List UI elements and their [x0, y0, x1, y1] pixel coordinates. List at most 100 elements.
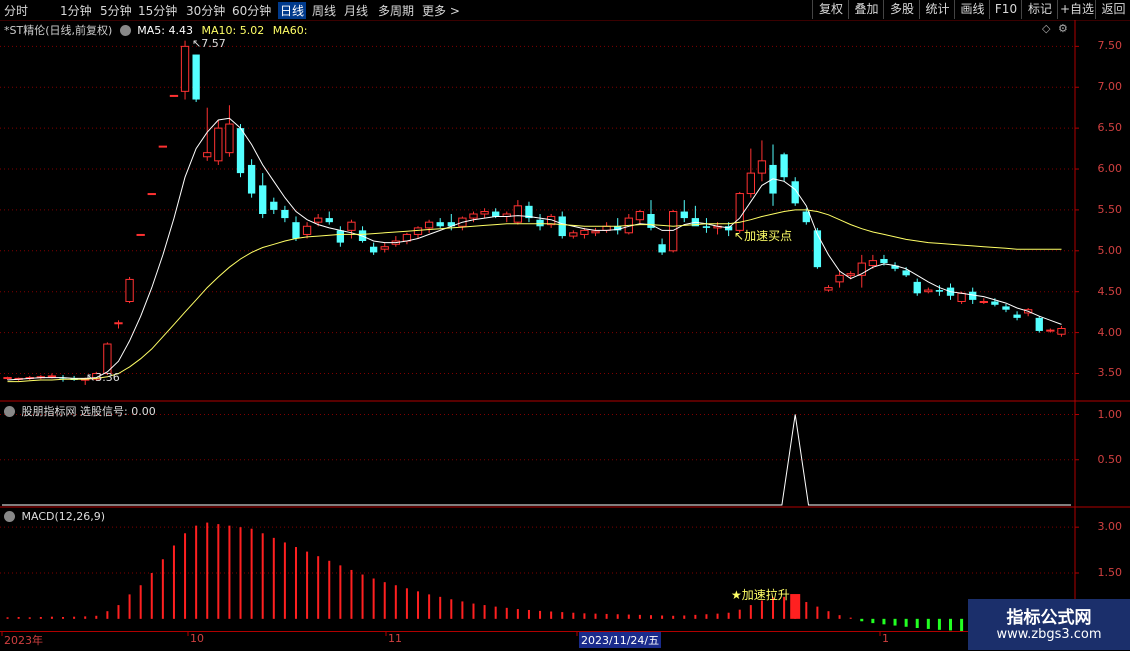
macd-bar — [439, 596, 442, 619]
diamond-icon[interactable]: ◇ — [1042, 22, 1050, 35]
candle-body — [680, 211, 688, 219]
macd-bar — [428, 594, 431, 619]
candle-body — [47, 375, 57, 378]
macd-tick-label: 3.00 — [1097, 520, 1123, 534]
candle-body — [413, 227, 423, 235]
high-price-annotation: ↖7.57 — [192, 37, 226, 50]
macd-bar — [594, 613, 597, 619]
macd-bar — [494, 606, 497, 619]
candle-body — [247, 164, 256, 194]
stock-title[interactable]: *ST精伦(日线,前复权) — [4, 24, 112, 37]
macd-bar — [283, 542, 286, 619]
macd-bar — [483, 605, 486, 619]
candle-body — [913, 281, 921, 294]
candle-body — [147, 193, 156, 196]
candle-body — [436, 222, 444, 227]
macd-bar — [350, 569, 353, 619]
candle-body — [824, 287, 833, 291]
macd-bar — [228, 525, 231, 619]
macd-bar — [915, 618, 919, 628]
candle-body — [658, 244, 666, 253]
date-label: 2023/11/24/五 — [579, 632, 662, 648]
macd-bar — [272, 537, 275, 619]
macd-bar — [827, 611, 830, 619]
watermark-title: 指标公式网 — [1006, 608, 1092, 628]
candle-body — [1013, 314, 1021, 318]
macd-bar — [62, 617, 65, 619]
macd-bar — [73, 616, 76, 619]
macd-bar — [760, 600, 763, 619]
macd-bar — [306, 551, 309, 619]
panel-menu-icon[interactable] — [4, 511, 15, 522]
gear-icon[interactable]: ⚙ — [1058, 22, 1068, 35]
price-tick-label: 6.50 — [1097, 121, 1123, 135]
panel-menu-icon[interactable] — [119, 25, 131, 36]
candle-body — [369, 246, 378, 253]
kline-chart[interactable] — [0, 0, 1130, 650]
price-tick-label: 4.00 — [1097, 325, 1123, 339]
macd-bar — [882, 618, 886, 625]
candle-body — [424, 221, 434, 229]
macd-bar — [195, 525, 198, 619]
candle-body — [236, 128, 245, 174]
macd-bar — [893, 618, 897, 626]
macd-bar — [694, 614, 697, 619]
macd-bar — [161, 559, 164, 619]
candle-body — [259, 185, 267, 214]
macd-bar — [172, 545, 175, 619]
candle-body — [735, 193, 744, 231]
candle-body — [569, 232, 578, 237]
candle-body — [169, 94, 179, 97]
macd-tick-label: 1.50 — [1097, 566, 1123, 579]
price-tick-label: 3.50 — [1097, 366, 1123, 380]
price-tick-label: 4.50 — [1097, 284, 1123, 298]
price-tick-label: 5.50 — [1097, 202, 1123, 216]
buy-point-annotation: ↖加速买点 — [734, 229, 793, 243]
macd-bar — [139, 585, 142, 619]
candle-body — [325, 218, 333, 223]
date-axis — [0, 631, 1075, 651]
candle-body — [114, 322, 123, 325]
candle-body — [791, 181, 799, 204]
arrow-left-icon: ↖ — [86, 371, 96, 384]
candle-body — [158, 145, 168, 148]
macd-bar — [383, 582, 386, 619]
macd-bar — [661, 615, 664, 619]
price-tick-label: 5.00 — [1097, 243, 1123, 257]
macd-bar — [572, 612, 575, 619]
macd-bar — [6, 617, 9, 619]
macd-bar — [328, 560, 331, 619]
candle-body — [136, 233, 145, 236]
candle-body — [480, 211, 489, 215]
candle-body — [125, 278, 134, 303]
ma5-line — [7, 117, 1062, 381]
candle-body — [991, 301, 999, 305]
candle-body — [780, 154, 788, 178]
date-label: 11 — [388, 632, 402, 645]
macd-bar — [550, 611, 553, 619]
macd-bar — [794, 598, 797, 619]
panel-menu-icon[interactable] — [4, 406, 15, 417]
candle-body — [1046, 329, 1055, 332]
macd-bar — [84, 616, 87, 619]
date-label: 10 — [190, 632, 204, 645]
candle-body — [702, 226, 711, 228]
macd-bar — [39, 617, 42, 619]
candle-body — [336, 230, 345, 243]
macd-bar — [206, 522, 209, 619]
macd-bar — [561, 612, 564, 619]
candle-body — [880, 258, 888, 264]
ma10-label: MA10: 5.02 — [201, 24, 265, 37]
price-tick-label: 6.00 — [1097, 162, 1123, 176]
macd-bar — [738, 609, 741, 619]
candle-body — [1057, 327, 1066, 335]
signal-title: 股朋指标网 选股信号: 0.00 — [21, 405, 156, 418]
candle-body — [380, 246, 389, 250]
arrow-left-icon: ↖ — [192, 37, 202, 50]
macd-bar — [871, 618, 875, 624]
macd-bar — [106, 611, 109, 619]
ma5-label: MA5: 4.43 — [137, 24, 193, 37]
candle-body — [180, 45, 190, 92]
candle-body — [192, 54, 200, 100]
accel-rise-annotation: ★加速拉升 — [731, 588, 790, 602]
